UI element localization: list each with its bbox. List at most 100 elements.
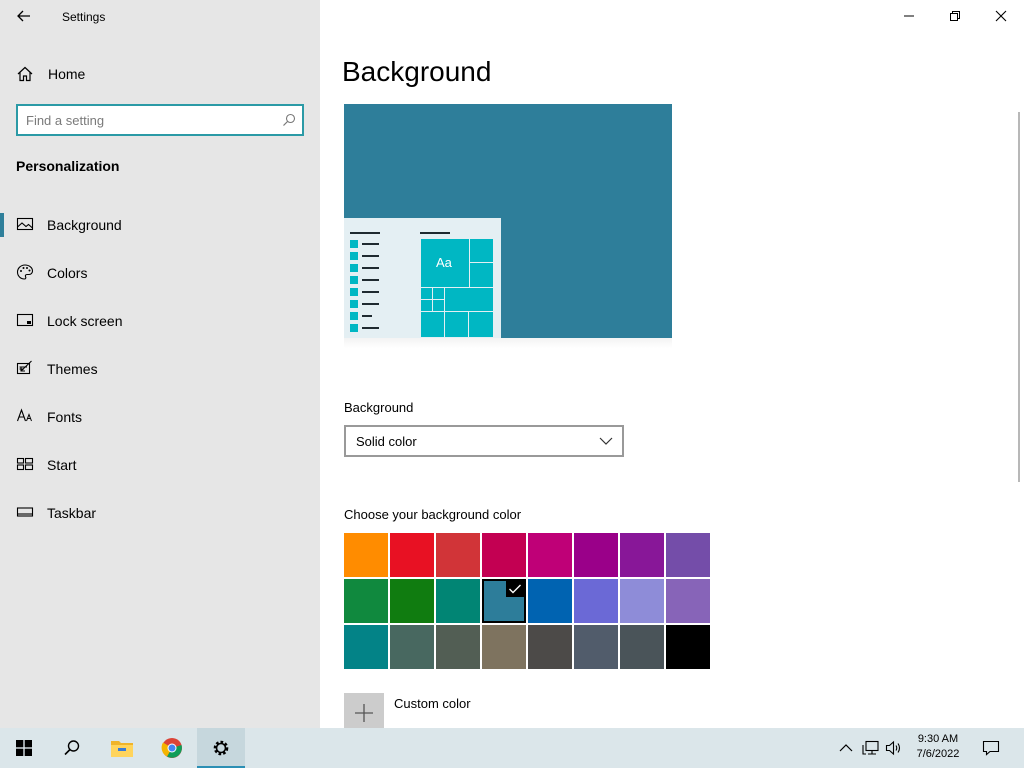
preview-tile: [444, 287, 494, 312]
custom-color-button[interactable]: [344, 693, 384, 733]
taskbar-icon: [16, 507, 34, 517]
color-swatch[interactable]: [620, 533, 664, 577]
taskbar-clock[interactable]: 9:30 AM 7/6/2022: [906, 732, 970, 762]
sidebar-item-themes[interactable]: Themes: [0, 345, 320, 393]
preview-line: [362, 303, 379, 305]
windows-logo-icon: [16, 740, 32, 756]
folder-icon: [111, 741, 133, 757]
sidebar-item-label: Themes: [47, 361, 98, 377]
taskbar: 9:30 AM 7/6/2022: [0, 728, 1024, 768]
custom-color-label[interactable]: Custom color: [394, 696, 471, 711]
network-icon: [862, 740, 879, 755]
volume-icon: [885, 740, 901, 756]
sidebar-item-taskbar[interactable]: Taskbar: [0, 489, 320, 537]
preview-line: [362, 279, 379, 281]
preview-line: [362, 267, 379, 269]
clock-date: 7/6/2022: [916, 748, 960, 760]
preview-list-square: [350, 288, 358, 296]
gear-icon: [213, 740, 229, 756]
sidebar-item-label: Colors: [47, 265, 88, 281]
preview-list-square: [350, 300, 358, 308]
sidebar-item-colors[interactable]: Colors: [0, 249, 320, 297]
start-button[interactable]: [0, 728, 48, 768]
color-swatch[interactable]: [436, 579, 480, 623]
restore-button[interactable]: [932, 0, 978, 32]
clock-time: 9:30 AM: [917, 733, 959, 745]
taskbar-chrome[interactable]: [148, 728, 196, 768]
palette-icon: [16, 264, 34, 280]
color-swatch[interactable]: [482, 625, 526, 669]
close-button[interactable]: [978, 0, 1024, 32]
scrollbar[interactable]: [1018, 112, 1020, 482]
preview-line: [362, 327, 379, 329]
color-swatch[interactable]: [344, 625, 388, 669]
volume-button[interactable]: [884, 738, 904, 758]
minimize-button[interactable]: [886, 0, 932, 32]
color-swatch[interactable]: [436, 533, 480, 577]
sidebar-item-fonts[interactable]: Fonts: [0, 393, 320, 441]
chevron-up-icon: [839, 744, 853, 752]
preview-line: [420, 232, 450, 234]
color-swatch[interactable]: [528, 579, 572, 623]
color-swatch[interactable]: [620, 579, 664, 623]
fonts-icon: [16, 408, 32, 422]
back-button[interactable]: [10, 4, 38, 28]
color-swatch-grid: [344, 533, 712, 673]
search-input[interactable]: [26, 110, 276, 130]
lock-screen-icon: [16, 313, 34, 327]
color-swatch[interactable]: [482, 579, 526, 623]
color-swatch[interactable]: [436, 625, 480, 669]
preview-tile: [444, 311, 469, 338]
section-title: Personalization: [16, 158, 120, 174]
sidebar-item-lock-screen[interactable]: Lock screen: [0, 297, 320, 345]
color-swatch[interactable]: [390, 625, 434, 669]
color-swatch[interactable]: [528, 625, 572, 669]
color-swatch[interactable]: [482, 533, 526, 577]
search-icon[interactable]: [282, 113, 296, 127]
preview-list-square: [350, 276, 358, 284]
search-box[interactable]: [16, 104, 304, 136]
picture-icon: [16, 217, 34, 231]
preview-tile: [469, 262, 494, 288]
color-swatch[interactable]: [344, 533, 388, 577]
preview-list-square: [350, 240, 358, 248]
checkmark-icon: [506, 581, 524, 597]
sidebar-item-label: Home: [48, 66, 86, 82]
action-center-button[interactable]: [981, 738, 1001, 758]
color-swatch[interactable]: [666, 625, 710, 669]
network-button[interactable]: [861, 738, 881, 758]
sidebar-item-home[interactable]: Home: [0, 60, 320, 88]
color-swatch[interactable]: [574, 533, 618, 577]
color-swatch[interactable]: [666, 533, 710, 577]
color-swatch[interactable]: [390, 533, 434, 577]
sidebar-item-background[interactable]: Background: [0, 201, 320, 249]
restore-icon: [950, 11, 960, 21]
taskbar-file-explorer[interactable]: [98, 728, 146, 768]
preview-line: [362, 243, 379, 245]
color-swatch[interactable]: [574, 625, 618, 669]
choose-color-label: Choose your background color: [344, 507, 522, 522]
nav-list: Background Colors Lock screen Themes Fon…: [0, 201, 320, 537]
show-hidden-icons-button[interactable]: [836, 738, 856, 758]
background-preview: Aa: [344, 104, 672, 338]
preview-line: [362, 255, 379, 257]
background-dropdown[interactable]: Solid color: [344, 425, 624, 457]
sidebar-item-label: Fonts: [47, 409, 83, 425]
color-swatch[interactable]: [620, 625, 664, 669]
color-swatch[interactable]: [528, 533, 572, 577]
color-swatch[interactable]: [344, 579, 388, 623]
app-title: Settings: [62, 10, 106, 24]
color-swatch[interactable]: [666, 579, 710, 623]
taskbar-search-button[interactable]: [48, 728, 96, 768]
preview-line: [362, 315, 372, 317]
preview-line: [362, 291, 379, 293]
preview-list-square: [350, 252, 358, 260]
plus-icon: [355, 704, 373, 722]
selection-indicator: [0, 213, 4, 237]
sidebar-item-start[interactable]: Start: [0, 441, 320, 489]
sidebar-item-label: Background: [47, 217, 122, 233]
taskbar-settings[interactable]: [197, 728, 245, 768]
color-swatch[interactable]: [574, 579, 618, 623]
back-arrow-icon: [17, 10, 30, 22]
color-swatch[interactable]: [390, 579, 434, 623]
